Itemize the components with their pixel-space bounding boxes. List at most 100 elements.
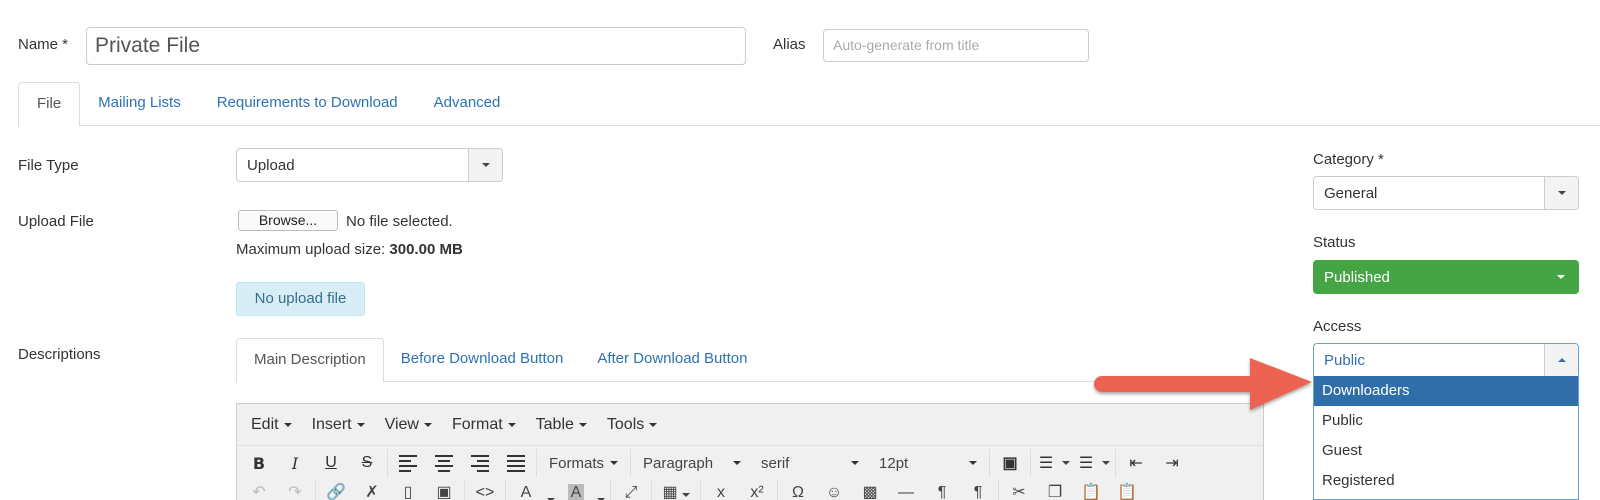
menu-edit[interactable]: Edit	[241, 416, 302, 434]
numbered-list-icon[interactable]: ☰	[1073, 449, 1099, 477]
subscript-icon[interactable]: x	[703, 480, 739, 500]
numbered-list-options[interactable]	[1099, 449, 1113, 477]
toolbar-separator	[998, 480, 999, 500]
menu-edit-label: Edit	[251, 415, 279, 433]
align-justify-icon[interactable]	[498, 449, 534, 477]
paste-text-icon[interactable]: 📋	[1109, 480, 1145, 500]
tab-file[interactable]: File	[18, 82, 81, 127]
find-replace-icon[interactable]: ▣	[992, 449, 1028, 477]
access-option-registered[interactable]: Registered	[1314, 466, 1578, 496]
arrow-shape	[1094, 358, 1312, 410]
font-size-dropdown[interactable]: 12pt	[869, 455, 987, 472]
alias-label: Alias	[773, 36, 806, 53]
annotation-arrow-icon	[1094, 358, 1312, 410]
align-left-icon[interactable]	[390, 449, 426, 477]
file-type-select[interactable]: Upload	[236, 148, 503, 182]
italic-icon[interactable]: I	[277, 449, 313, 477]
chevron-down-icon	[1557, 191, 1566, 195]
indent-icon[interactable]: ⇥	[1154, 449, 1190, 477]
tab-advanced[interactable]: Advanced	[416, 82, 519, 126]
font-family-dropdown[interactable]: serif	[751, 455, 869, 472]
block-format-dropdown[interactable]: Paragraph	[633, 455, 751, 472]
caret-down-icon	[578, 422, 587, 427]
bold-icon[interactable]: B	[241, 449, 277, 477]
category-select[interactable]: General	[1313, 176, 1579, 210]
toolbar-separator	[387, 449, 388, 477]
code-icon[interactable]: <>	[467, 480, 503, 500]
toolbar-separator	[651, 480, 652, 500]
media-icon[interactable]: ▩	[852, 480, 888, 500]
browse-button[interactable]: Browse...	[238, 210, 338, 231]
background-color-options[interactable]	[594, 480, 608, 500]
status-select[interactable]: Published	[1313, 260, 1579, 294]
caret-down-icon	[1102, 461, 1111, 465]
ltr-icon[interactable]: ¶	[924, 480, 960, 500]
tab-before-download-button[interactable]: Before Download Button	[384, 338, 581, 382]
undo-icon[interactable]: ↶	[241, 480, 277, 500]
emoticons-icon[interactable]: ☺	[816, 480, 852, 500]
access-option-guest[interactable]: Guest	[1314, 436, 1578, 466]
caret-down-icon	[733, 461, 742, 465]
anchor-icon[interactable]: ▯	[390, 480, 426, 500]
formats-dropdown[interactable]: Formats	[539, 455, 628, 472]
bullet-list-options[interactable]	[1059, 449, 1073, 477]
descriptions-label: Descriptions	[18, 346, 101, 363]
status-dropdown-toggle[interactable]	[1544, 261, 1578, 293]
background-color-icon[interactable]: A	[558, 480, 594, 500]
unlink-icon[interactable]: ✗	[354, 480, 390, 500]
horizontal-rule-icon[interactable]: —	[888, 480, 924, 500]
text-color-options[interactable]	[544, 480, 558, 500]
menu-insert[interactable]: Insert	[302, 416, 375, 434]
name-label: Name *	[18, 36, 69, 53]
caret-down-icon	[610, 461, 619, 465]
paste-icon[interactable]: 📋	[1073, 480, 1109, 500]
tab-mailing-lists[interactable]: Mailing Lists	[80, 82, 199, 126]
table-icon[interactable]: ▦	[654, 480, 698, 500]
tab-main-description[interactable]: Main Description	[236, 338, 384, 383]
menu-format[interactable]: Format	[442, 416, 526, 434]
alias-input[interactable]: Auto-generate from title	[823, 29, 1089, 62]
toolbar-separator	[536, 449, 537, 477]
bullet-list-icon[interactable]: ☰	[1033, 449, 1059, 477]
access-select[interactable]: Public	[1313, 343, 1579, 377]
toolbar-separator	[464, 480, 465, 500]
redo-icon[interactable]: ↷	[277, 480, 313, 500]
strikethrough-icon[interactable]: S	[349, 449, 385, 477]
caret-down-icon	[969, 461, 978, 465]
copy-icon[interactable]: ❐	[1037, 480, 1073, 500]
access-dropdown-toggle[interactable]	[1544, 344, 1578, 376]
file-type-dropdown-toggle[interactable]	[468, 149, 502, 181]
tab-after-download-button[interactable]: After Download Button	[580, 338, 764, 382]
menu-table[interactable]: Table	[526, 416, 597, 434]
superscript-icon[interactable]: x²	[739, 480, 775, 500]
special-char-icon[interactable]: Ω	[780, 480, 816, 500]
rtl-icon[interactable]: ¶	[960, 480, 996, 500]
align-right-icon[interactable]	[462, 449, 498, 477]
fullscreen-icon[interactable]: ⤢	[613, 480, 649, 500]
menu-insert-label: Insert	[311, 415, 352, 433]
toolbar-separator	[610, 480, 611, 500]
max-upload-size-label: Maximum upload size:	[236, 241, 386, 258]
underline-icon[interactable]: U	[313, 449, 349, 477]
category-label: Category *	[1313, 151, 1384, 168]
file-type-value: Upload	[247, 156, 295, 174]
name-input[interactable]: Private File	[86, 27, 746, 65]
link-icon[interactable]: 🔗	[318, 480, 354, 500]
cut-icon[interactable]: ✂	[1001, 480, 1037, 500]
tab-requirements-to-download[interactable]: Requirements to Download	[199, 82, 416, 126]
category-dropdown-toggle[interactable]	[1544, 177, 1578, 209]
outdent-icon[interactable]: ⇤	[1118, 449, 1154, 477]
text-color-icon[interactable]: A	[508, 480, 544, 500]
chevron-up-icon	[1557, 358, 1566, 362]
menu-tools[interactable]: Tools	[597, 416, 667, 434]
menu-tools-label: Tools	[606, 415, 645, 433]
upload-file-label: Upload File	[18, 213, 94, 230]
access-option-public[interactable]: Public	[1314, 406, 1578, 436]
status-value: Published	[1324, 268, 1390, 286]
align-center-icon[interactable]	[426, 449, 462, 477]
access-option-downloaders[interactable]: Downloaders	[1314, 376, 1578, 406]
max-upload-size: Maximum upload size: 300.00 MB	[236, 241, 463, 258]
menu-view[interactable]: View	[375, 416, 442, 434]
editor-toolbar-row2: ↶ ↷ 🔗 ✗ ▯ ▣ <> A A ⤢ ▦ x x² Ω ☺ ▩ — ¶ ¶ …	[237, 480, 1263, 500]
image-icon[interactable]: ▣	[426, 480, 462, 500]
